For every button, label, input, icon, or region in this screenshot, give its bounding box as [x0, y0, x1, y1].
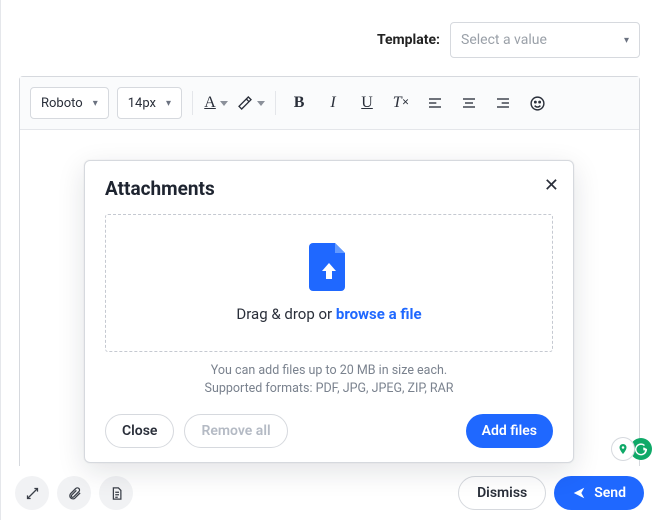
expand-button[interactable] — [15, 476, 49, 510]
emoji-button[interactable] — [524, 89, 550, 117]
send-button[interactable]: Send — [554, 476, 644, 510]
editor-toolbar: Roboto ▾ 14px ▾ A B I U T✕ — [20, 77, 639, 130]
compose-footer: Dismiss Send — [1, 466, 658, 520]
align-center-button[interactable] — [456, 89, 482, 117]
dismiss-label: Dismiss — [477, 485, 527, 501]
attachments-modal: Attachments ✕ Drag & drop or browse a fi… — [84, 160, 574, 463]
underline-button[interactable]: U — [354, 89, 380, 117]
bold-button[interactable]: B — [286, 89, 312, 117]
template-row: Template: Select a value ▾ — [11, 0, 648, 70]
file-dropzone[interactable]: Drag & drop or browse a file — [105, 214, 553, 352]
close-label: Close — [122, 423, 157, 439]
send-icon — [572, 486, 586, 500]
highlight-color-button[interactable] — [237, 89, 265, 117]
close-icon[interactable]: ✕ — [544, 175, 559, 196]
chevron-down-icon: ▾ — [93, 98, 98, 109]
clear-format-button[interactable]: T✕ — [388, 89, 414, 117]
remove-all-label: Remove all — [201, 423, 270, 439]
upload-hint: You can add files up to 20 MB in size ea… — [105, 362, 553, 398]
assistant-badges — [612, 438, 652, 460]
hint-line-2: Supported formats: PDF, JPG, JPEG, ZIP, … — [105, 380, 553, 398]
insert-template-button[interactable] — [99, 476, 133, 510]
modal-actions: Close Remove all Add files — [105, 414, 553, 448]
dismiss-button[interactable]: Dismiss — [458, 476, 546, 510]
align-left-button[interactable] — [422, 89, 448, 117]
chevron-down-icon: ▾ — [624, 35, 629, 46]
chevron-down-icon: ▾ — [166, 98, 171, 109]
font-size-select[interactable]: 14px ▾ — [117, 87, 182, 119]
browse-link[interactable]: browse a file — [336, 305, 422, 323]
attach-button[interactable] — [57, 476, 91, 510]
send-label: Send — [594, 485, 626, 501]
add-files-label: Add files — [482, 423, 537, 439]
align-right-button[interactable] — [490, 89, 516, 117]
font-family-value: Roboto — [41, 96, 83, 111]
toolbar-divider — [192, 91, 193, 115]
modal-close-button[interactable]: Close — [105, 414, 174, 448]
template-label: Template: — [377, 32, 440, 48]
remove-all-button[interactable]: Remove all — [184, 414, 287, 448]
toolbar-divider — [275, 91, 276, 115]
hint-line-1: You can add files up to 20 MB in size ea… — [105, 362, 553, 380]
drop-prefix: Drag & drop or — [236, 305, 335, 323]
font-size-value: 14px — [128, 96, 156, 111]
template-placeholder: Select a value — [461, 32, 547, 48]
template-select[interactable]: Select a value ▾ — [450, 22, 640, 58]
pin-icon[interactable] — [612, 438, 634, 460]
file-upload-icon — [309, 243, 349, 291]
add-files-button[interactable]: Add files — [466, 414, 553, 448]
dropzone-text: Drag & drop or browse a file — [236, 305, 421, 323]
italic-button[interactable]: I — [320, 89, 346, 117]
text-color-button[interactable]: A — [203, 89, 229, 117]
modal-title: Attachments — [105, 177, 553, 200]
font-family-select[interactable]: Roboto ▾ — [30, 87, 109, 119]
